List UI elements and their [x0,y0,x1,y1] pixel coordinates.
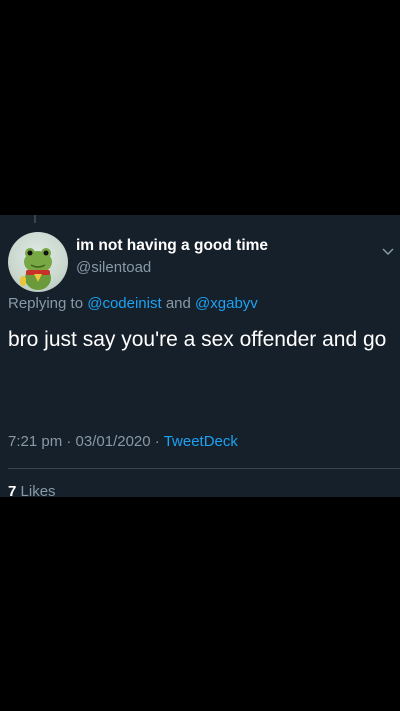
tweet-meta: 7:21 pm · 03/01/2020 · TweetDeck [8,433,238,450]
divider [8,468,400,469]
tweet-source[interactable]: TweetDeck [164,433,238,450]
likes-label: Likes [20,483,56,497]
likes-count: 7 [8,483,17,497]
replying-to: Replying to @codeinist and @xgabyv [8,295,258,312]
meta-separator-2: · [150,433,164,450]
thread-line [34,215,36,223]
chevron-down-icon[interactable] [382,245,394,257]
user-handle[interactable]: @silentoad [76,259,151,276]
tweet-text: bro just say you're a sex offender and g… [8,328,387,351]
meta-separator-1: · [62,433,76,450]
tweet-time[interactable]: 7:21 pm [8,433,62,450]
replying-to-label: Replying to [8,295,88,312]
avatar[interactable] [8,232,68,292]
likes-count-link[interactable]: 7 Likes [8,483,56,497]
display-name[interactable]: im not having a good time [76,237,268,255]
tweet-date[interactable]: 03/01/2020 [76,433,151,450]
reply-and-text: and [161,295,196,312]
reply-mention-xgabyv[interactable]: @xgabyv [195,295,258,312]
tweet-card: im not having a good time @silentoad Rep… [0,215,400,497]
reply-mention-codeinist[interactable]: @codeinist [87,295,161,312]
frog-plush-icon [20,248,52,290]
